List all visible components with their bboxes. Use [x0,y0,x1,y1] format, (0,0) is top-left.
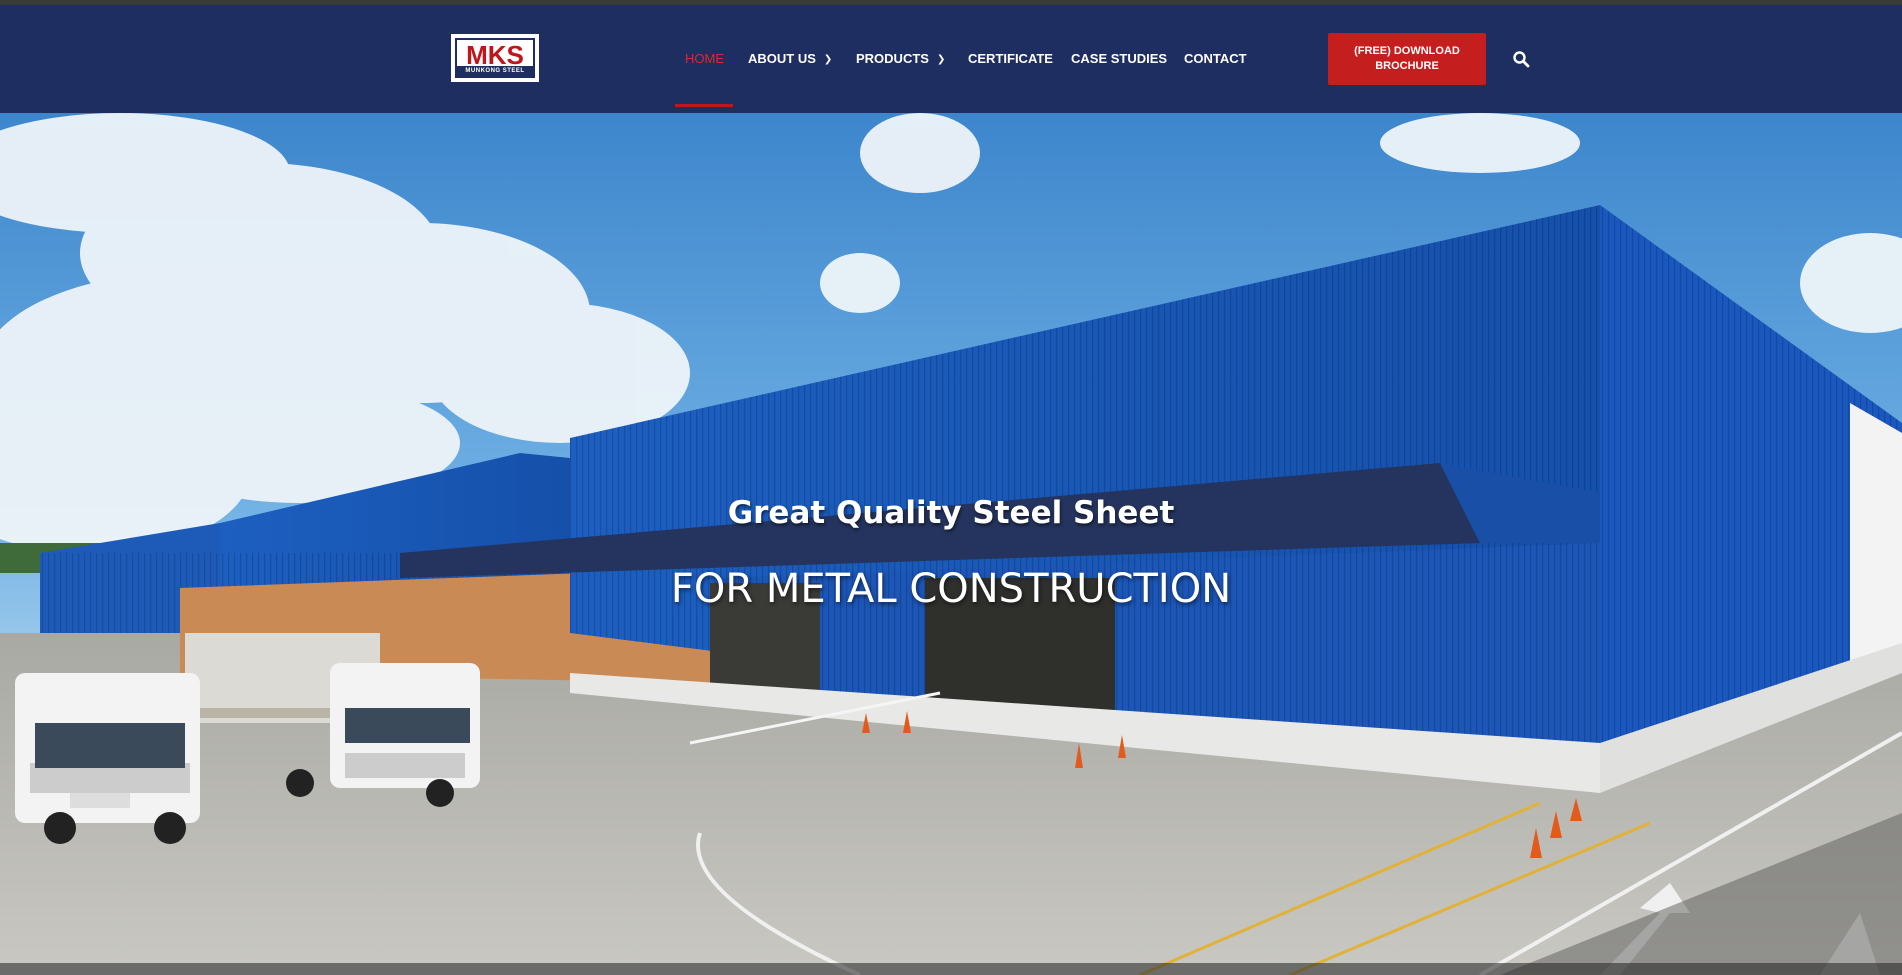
hero-title: FOR METAL CONSTRUCTION [670,566,1232,612]
hero-eyebrow: Great Quality Steel Sheet [727,495,1175,531]
site-logo[interactable]: MKS MUNKONG STEEL [451,34,539,82]
nav-home[interactable]: HOME [685,5,724,113]
active-nav-indicator [675,104,733,107]
logo-frame: MKS MUNKONG STEEL [455,38,535,78]
nav-products[interactable]: PRODUCTS ❯ [856,5,945,113]
search-icon[interactable] [1512,50,1530,68]
nav-about-us-label: ABOUT US [748,51,816,66]
truck-1 [15,673,200,844]
hero-banner: Great Quality Steel Sheet FOR METAL CONS… [0,113,1902,975]
download-brochure-button[interactable]: (FREE) DOWNLOAD BROCHURE [1328,33,1486,85]
logo-subtext: MUNKONG STEEL [457,66,533,76]
nav-about-us[interactable]: ABOUT US ❯ [748,5,832,113]
nav-case-studies[interactable]: CASE STUDIES [1071,5,1167,113]
hero-background-image [0,113,1902,975]
chevron-down-icon: ❯ [936,54,946,65]
nav-products-label: PRODUCTS [856,51,929,66]
logo-text: MKS [466,40,524,70]
chevron-down-icon: ❯ [823,54,833,65]
site-header: MKS MUNKONG STEEL [0,5,1902,113]
nav-contact[interactable]: CONTACT [1184,5,1247,113]
nav-certificate[interactable]: CERTIFICATE [968,5,1053,113]
